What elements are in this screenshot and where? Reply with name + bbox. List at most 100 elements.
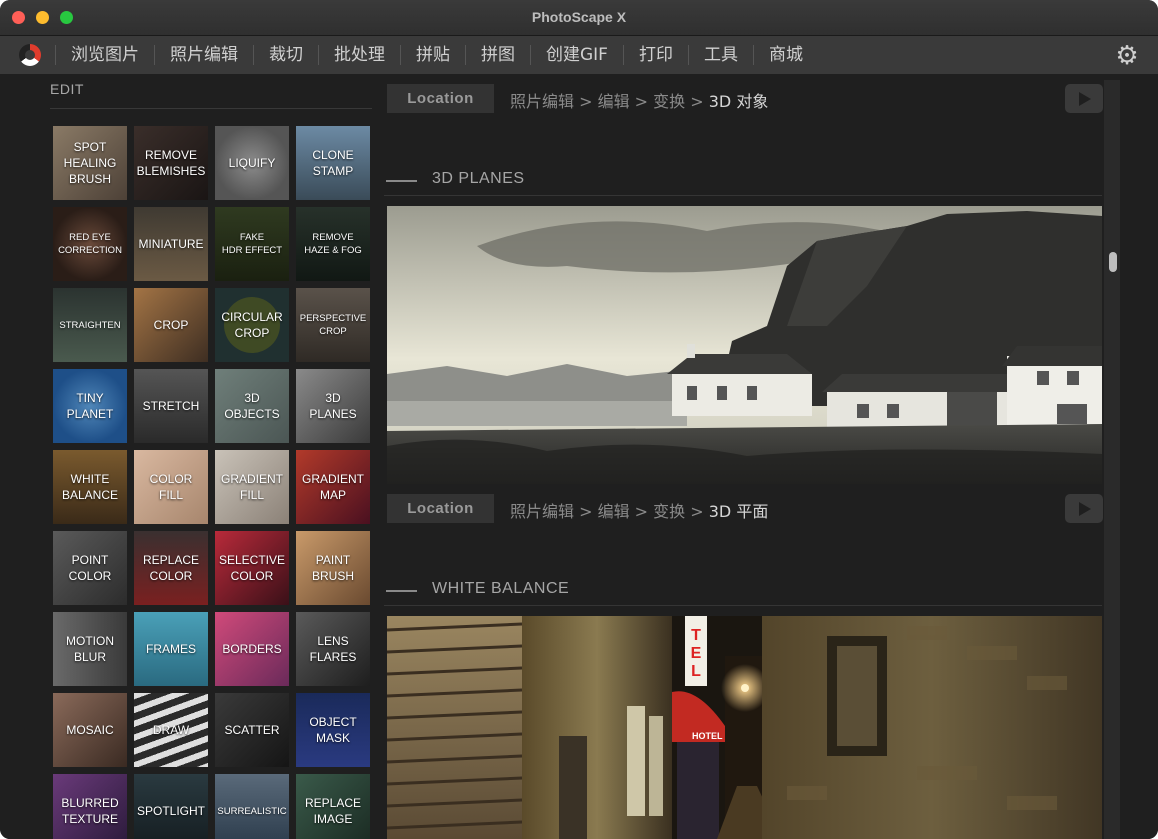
tool-tile-motion-blur[interactable]: MOTION BLUR — [53, 612, 127, 686]
tool-tile-gradient-map[interactable]: GRADIENT MAP — [296, 450, 370, 524]
menu-batch[interactable]: 批处理 — [318, 45, 400, 65]
location-button[interactable]: Location — [387, 494, 494, 523]
tool-tile-color-fill[interactable]: COLOR FILL — [134, 450, 208, 524]
window-title: PhotoScape X — [531, 9, 627, 25]
tool-tile-white-balance[interactable]: WHITE BALANCE — [53, 450, 127, 524]
tool-tile-label: MINIATURE — [138, 237, 204, 251]
sidebar-divider — [50, 108, 372, 109]
settings-gear-icon[interactable]: ⚙ — [1114, 42, 1140, 68]
location-path: 照片编辑 > 编辑 > 变换 > 3D 平面 — [510, 502, 769, 521]
section-rule — [384, 605, 1102, 606]
menu-combine[interactable]: 拼图 — [465, 45, 530, 65]
tool-tile-label: STRETCH — [142, 399, 200, 413]
menu-collage[interactable]: 拼贴 — [400, 45, 465, 65]
tool-tile-label: BLURRED TEXTURE — [61, 796, 119, 826]
content-scrollbar-track[interactable] — [1104, 80, 1120, 839]
edit-sidebar: EDIT SPOT HEALING BRUSH REMOVE BLEMISHES LIQU… — [0, 74, 384, 839]
tool-tile-label: DRAW — [152, 723, 190, 737]
right-margin — [1120, 74, 1158, 839]
tool-tile-liquify[interactable]: LIQUIFY — [215, 126, 289, 200]
tool-tile-label: FAKE HDR EFFECT — [221, 232, 283, 256]
play-video-button[interactable] — [1065, 84, 1103, 113]
app-window: PhotoScape X 浏览图片 照片编辑 裁切 批处理 拼贴 拼图 创建GI… — [0, 0, 1158, 839]
tool-tile-label: CLONE STAMP — [312, 148, 354, 178]
tool-tile-3d-objects[interactable]: 3D OBJECTS — [215, 369, 289, 443]
hotel-awning-text: HOTEL — [692, 731, 723, 741]
tool-tile-gradient-fill[interactable]: GRADIENT FILL — [215, 450, 289, 524]
tool-tile-label: 3D PLANES — [309, 391, 357, 421]
menu-print[interactable]: 打印 — [622, 45, 688, 65]
tool-tile-circular-crop[interactable]: CIRCULAR CROP — [215, 288, 289, 362]
tool-tile-label: LIQUIFY — [228, 156, 276, 170]
tool-tile-frames[interactable]: FRAMES — [134, 612, 208, 686]
tool-tile-paint-brush[interactable]: PAINT BRUSH — [296, 531, 370, 605]
tool-tile-replace-color[interactable]: REPLACE COLOR — [134, 531, 208, 605]
tool-tile-mosaic[interactable]: MOSAIC — [53, 693, 127, 767]
tool-tile-blurred-texture[interactable]: BLURRED TEXTURE — [53, 774, 127, 839]
tool-tile-label: SELECTIVE COLOR — [218, 553, 286, 583]
tool-tile-label: TINY PLANET — [66, 391, 114, 421]
tool-tile-label: PERSPECTIVE CROP — [299, 313, 367, 337]
tool-tile-clone-stamp[interactable]: CLONE STAMP — [296, 126, 370, 200]
tool-tile-label: 3D OBJECTS — [224, 391, 280, 421]
tool-tile-borders[interactable]: BORDERS — [215, 612, 289, 686]
tool-tile-replace-image[interactable]: REPLACE IMAGE — [296, 774, 370, 839]
tool-tile-label: SPOT HEALING BRUSH — [63, 140, 117, 186]
section-header-white-balance: WHITE BALANCE — [384, 575, 1104, 606]
tool-tile-straighten[interactable]: STRAIGHTEN — [53, 288, 127, 362]
tool-tile-perspective-crop[interactable]: PERSPECTIVE CROP — [296, 288, 370, 362]
content-scrollbar-thumb[interactable] — [1109, 252, 1117, 272]
menu-tools[interactable]: 工具 — [687, 45, 753, 65]
help-content-pane: Location 照片编辑 > 编辑 > 变换 > 3D 对象 3D PLANE… — [384, 74, 1104, 839]
tool-tile-selective-color[interactable]: SELECTIVE COLOR — [215, 531, 289, 605]
location-bar-3d-objects: Location 照片编辑 > 编辑 > 变换 > 3D 对象 — [387, 84, 1103, 114]
section-dash — [386, 590, 417, 592]
tool-tile-point-color[interactable]: POINT COLOR — [53, 531, 127, 605]
menu-viewer[interactable]: 浏览图片 — [55, 45, 154, 65]
location-button[interactable]: Location — [387, 84, 494, 113]
tool-tile-surrealistic[interactable]: SURREALISTIC — [215, 774, 289, 839]
tool-tile-3d-planes[interactable]: 3D PLANES — [296, 369, 370, 443]
app-logo-icon[interactable] — [19, 44, 41, 66]
play-video-button[interactable] — [1065, 494, 1103, 523]
tool-tile-tiny-planet[interactable]: TINY PLANET — [53, 369, 127, 443]
white-balance-example-photo: TEL HOTEL — [387, 616, 1102, 839]
tool-tile-label: OBJECT MASK — [309, 715, 357, 745]
tool-tile-red-eye-correction[interactable]: RED EYE CORRECTION — [53, 207, 127, 281]
tool-tile-stretch[interactable]: STRETCH — [134, 369, 208, 443]
tool-tile-crop[interactable]: CROP — [134, 288, 208, 362]
edit-tool-grid: SPOT HEALING BRUSH REMOVE BLEMISHES LIQUIFY CL… — [53, 126, 373, 839]
tool-tile-spot-healing-brush[interactable]: SPOT HEALING BRUSH — [53, 126, 127, 200]
tool-tile-label: PAINT BRUSH — [311, 553, 354, 583]
tool-tile-label: COLOR FILL — [149, 472, 193, 502]
section-title: WHITE BALANCE — [432, 580, 570, 597]
tool-tile-label: BORDERS — [222, 642, 282, 656]
tool-tile-remove-blemishes[interactable]: REMOVE BLEMISHES — [134, 126, 208, 200]
menu-editor[interactable]: 照片编辑 — [154, 45, 253, 65]
tool-tile-fake-hdr-effect[interactable]: FAKE HDR EFFECT — [215, 207, 289, 281]
section-dash — [386, 180, 417, 182]
tool-tile-lens-flares[interactable]: LENS FLARES — [296, 612, 370, 686]
location-path: 照片编辑 > 编辑 > 变换 > 3D 对象 — [510, 92, 769, 111]
tool-tile-label: GRADIENT FILL — [220, 472, 283, 502]
menu-cut-out[interactable]: 裁切 — [253, 45, 318, 65]
tool-tile-label: REMOVE HAZE & FOG — [304, 232, 362, 256]
main-menu-bar: 浏览图片 照片编辑 裁切 批处理 拼贴 拼图 创建GIF 打印 工具 商城 ⚙ — [0, 36, 1158, 74]
tool-tile-miniature[interactable]: MINIATURE — [134, 207, 208, 281]
tool-tile-label: RED EYE CORRECTION — [58, 232, 122, 256]
tool-tile-object-mask[interactable]: OBJECT MASK — [296, 693, 370, 767]
tool-tile-spotlight[interactable]: SPOTLIGHT — [134, 774, 208, 839]
tool-tile-label: STRAIGHTEN — [59, 319, 121, 331]
tool-tile-label: REPLACE COLOR — [142, 553, 200, 583]
tool-tile-label: POINT COLOR — [68, 553, 112, 583]
tool-tile-label: WHITE BALANCE — [61, 472, 119, 502]
location-bar-3d-planes: Location 照片编辑 > 编辑 > 变换 > 3D 平面 — [387, 494, 1103, 524]
menu-create-gif[interactable]: 创建GIF — [530, 45, 623, 65]
title-bar: PhotoScape X — [0, 0, 1158, 36]
tool-tile-draw[interactable]: DRAW — [134, 693, 208, 767]
tool-tile-label: SPOTLIGHT — [136, 804, 205, 818]
tool-tile-remove-haze-fog[interactable]: REMOVE HAZE & FOG — [296, 207, 370, 281]
tool-tile-scatter[interactable]: SCATTER — [215, 693, 289, 767]
sidebar-heading: EDIT — [50, 81, 84, 97]
menu-store[interactable]: 商城 — [752, 45, 818, 65]
